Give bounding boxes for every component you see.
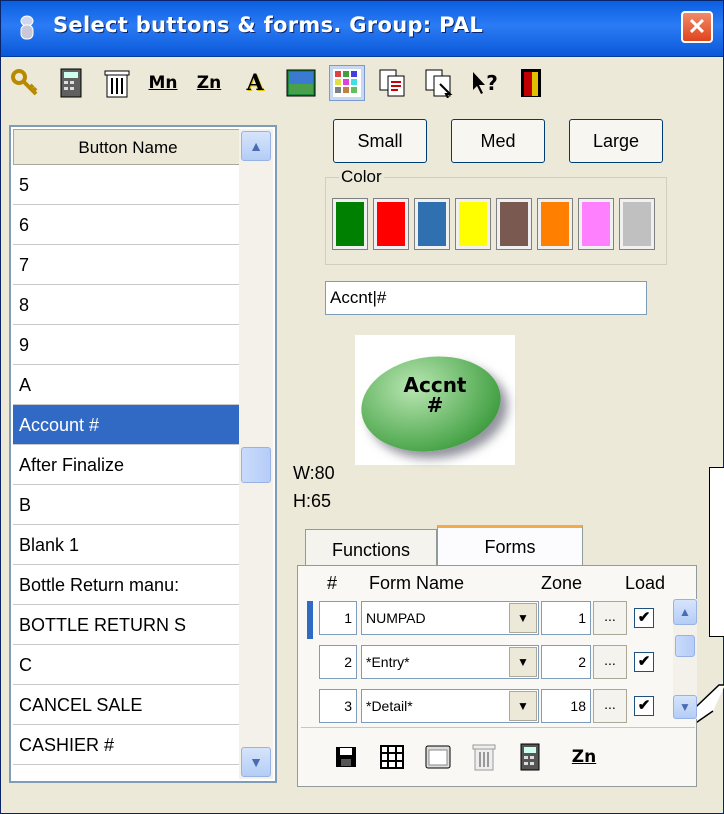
list-item[interactable]: C — [13, 645, 243, 685]
scroll-up-icon[interactable]: ▲ — [241, 131, 271, 161]
tab-forms[interactable]: Forms — [437, 525, 583, 565]
callout-box — [709, 467, 724, 637]
list-item[interactable]: A — [13, 365, 243, 405]
zone-input[interactable]: 2 — [541, 645, 591, 679]
calculator-icon[interactable] — [53, 65, 89, 101]
zn-icon[interactable]: Zn — [567, 740, 601, 774]
font-icon[interactable]: A — [237, 65, 273, 101]
scroll-down-icon[interactable]: ▼ — [241, 747, 271, 777]
app-window: Select buttons & forms. Group: PAL ✕ Mn … — [0, 0, 724, 814]
color-swatch-brown[interactable] — [496, 198, 532, 250]
picture-icon[interactable] — [283, 65, 319, 101]
help-icon[interactable]: ? — [467, 65, 503, 101]
browse-button[interactable]: ... — [593, 645, 627, 679]
color-swatch-gray[interactable] — [619, 198, 655, 250]
form-row-number: 2 — [319, 645, 357, 679]
browse-button[interactable]: ... — [593, 689, 627, 723]
list-item[interactable]: After Finalize — [13, 445, 243, 485]
med-button[interactable]: Med — [451, 119, 545, 163]
form-name-select[interactable]: *Entry* ▼ — [361, 645, 539, 679]
list-item[interactable]: 6 — [13, 205, 243, 245]
scroll-thumb[interactable] — [675, 635, 695, 657]
color-swatch-orange[interactable] — [537, 198, 573, 250]
chevron-down-icon[interactable]: ▼ — [509, 647, 537, 677]
zone-input[interactable]: 1 — [541, 601, 591, 635]
calculator-icon[interactable] — [513, 740, 547, 774]
palette-icon[interactable] — [329, 65, 365, 101]
list-item-selected[interactable]: Account # — [13, 405, 243, 445]
zn-icon[interactable]: Zn — [191, 65, 227, 101]
load-checkbox[interactable]: ✔ — [634, 608, 654, 628]
trash-icon[interactable] — [467, 740, 501, 774]
copy-form-icon[interactable] — [375, 65, 411, 101]
color-swatch-pink[interactable] — [578, 198, 614, 250]
app-icon — [20, 15, 34, 40]
tab-functions[interactable]: Functions — [305, 529, 437, 567]
color-swatch-blue[interactable] — [414, 198, 450, 250]
load-checkbox[interactable]: ✔ — [634, 652, 654, 672]
list-header[interactable]: Button Name — [13, 129, 243, 165]
main-toolbar: Mn Zn A ? — [7, 61, 719, 105]
form-name-select[interactable]: *Detail* ▼ — [361, 689, 539, 723]
close-button[interactable]: ✕ — [681, 11, 713, 43]
scroll-down-icon[interactable]: ▼ — [673, 695, 697, 719]
form-name-select[interactable]: NUMPAD ▼ — [361, 601, 539, 635]
button-text-input[interactable]: Accnt|# — [325, 281, 647, 315]
browse-button[interactable]: ... — [593, 601, 627, 635]
zone-input[interactable]: 18 — [541, 689, 591, 723]
col-num: # — [327, 573, 338, 593]
list-item[interactable]: BOTTLE RETURN S — [13, 605, 243, 645]
scroll-up-icon[interactable]: ▲ — [673, 599, 697, 625]
button-preview: Accnt # — [355, 335, 515, 465]
chevron-down-icon[interactable]: ▼ — [509, 603, 537, 633]
width-label: W:80 — [293, 463, 335, 483]
list-item[interactable]: 9 — [13, 325, 243, 365]
forms-toolbar: Zn — [301, 727, 695, 785]
form-row-number: 1 — [319, 601, 357, 635]
key-icon[interactable] — [7, 65, 43, 101]
chevron-down-icon[interactable]: ▼ — [509, 691, 537, 721]
list-item[interactable]: CANCEL SALE — [13, 685, 243, 725]
select-form-icon[interactable] — [421, 65, 457, 101]
window-title: Select buttons & forms. Group: PAL — [53, 13, 484, 37]
col-zone: Zone — [541, 573, 583, 593]
load-checkbox[interactable]: ✔ — [634, 696, 654, 716]
form-row-number: 3 — [319, 689, 357, 723]
color-swatch-red[interactable] — [373, 198, 409, 250]
row-selector — [307, 601, 313, 639]
list-item[interactable]: 5 — [13, 165, 243, 205]
forms-scrollbar[interactable]: ▲ ▼ — [673, 599, 697, 719]
large-button[interactable]: Large — [569, 119, 663, 163]
title-bar[interactable]: Select buttons & forms. Group: PAL ✕ — [1, 1, 723, 57]
list-item[interactable]: Blank 1 — [13, 525, 243, 565]
list-item[interactable]: CASHIER # — [13, 725, 243, 765]
mn-icon[interactable]: Mn — [145, 65, 181, 101]
col-load: Load — [625, 573, 666, 593]
color-swatch-yellow[interactable] — [455, 198, 491, 250]
list-item[interactable]: 8 — [13, 285, 243, 325]
list-scrollbar[interactable]: ▲ ▼ — [239, 129, 273, 779]
form-window-icon[interactable] — [421, 740, 455, 774]
trash-icon[interactable] — [99, 65, 135, 101]
list-item[interactable]: Bottle Return manu: — [13, 565, 243, 605]
button-name-list[interactable]: Button Name 5 6 7 8 9 A Account # After … — [9, 125, 277, 783]
list-item[interactable]: B — [13, 485, 243, 525]
exit-door-icon[interactable] — [513, 65, 549, 101]
grid-icon[interactable] — [375, 740, 409, 774]
col-form-name: Form Name — [369, 573, 465, 593]
save-icon[interactable] — [329, 740, 363, 774]
preview-label: Accnt # — [403, 373, 467, 417]
color-label: Color — [339, 167, 384, 187]
list-item[interactable]: 7 — [13, 245, 243, 285]
color-swatch-green[interactable] — [332, 198, 368, 250]
scroll-thumb[interactable] — [241, 447, 271, 483]
small-button[interactable]: Small — [333, 119, 427, 163]
height-label: H:65 — [293, 491, 332, 511]
